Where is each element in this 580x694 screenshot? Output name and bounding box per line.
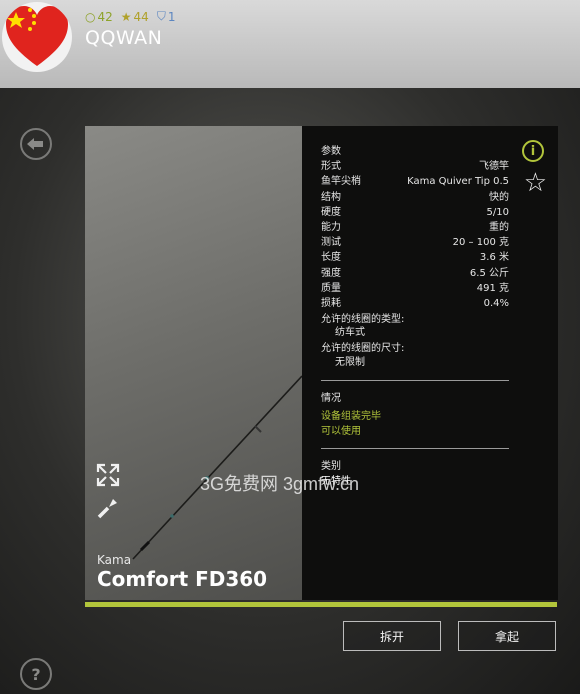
reel-size-value: 无限制 xyxy=(335,356,365,368)
shield-icon: ⛉ xyxy=(156,9,166,23)
spec-key: 损耗 xyxy=(321,298,341,310)
spec-row: 测试 20 – 100 克 xyxy=(321,235,509,250)
specs-title: 参数 xyxy=(321,146,341,157)
spec-key: 结构 xyxy=(321,191,341,203)
status-line-assembled: 设备组装完毕 xyxy=(321,410,381,422)
question-icon: ? xyxy=(31,664,41,684)
spec-value: 491 克 xyxy=(476,282,509,294)
take-button[interactable]: 拿起 xyxy=(458,621,556,651)
item-info-panel: i ☆ 参数 形式 飞德竿鱼竿尖梢 Kama Quiver Tip 0.5 结构 快的硬… xyxy=(302,126,558,600)
spec-row: 质量 491 克 xyxy=(321,281,509,296)
reel-size-label: 允许的线圈的尺寸: xyxy=(321,343,405,355)
top-header: ○ 42 ★ 44 ⛉ 1 QQWAN xyxy=(0,0,580,88)
spec-key: 长度 xyxy=(321,252,341,264)
spec-value: 飞德竿 xyxy=(479,161,509,173)
star-small-icon: ★ xyxy=(120,9,132,24)
spec-row: 形式 飞德竿 xyxy=(321,159,509,174)
spec-key: 鱼竿尖梢 xyxy=(321,176,361,188)
back-button[interactable] xyxy=(20,128,52,160)
reel-type-label: 允许的线圈的类型: xyxy=(321,314,405,326)
repair-button[interactable] xyxy=(96,496,120,524)
repair-icon xyxy=(97,499,117,519)
expand-button[interactable] xyxy=(96,463,120,491)
specs-list: 形式 飞德竿鱼竿尖梢 Kama Quiver Tip 0.5 结构 快的硬度 5/10 能力… xyxy=(321,159,509,311)
spec-value: 快的 xyxy=(489,191,509,203)
spec-key: 硬度 xyxy=(321,206,341,218)
spec-key: 能力 xyxy=(321,222,341,234)
spec-key: 测试 xyxy=(321,237,341,249)
spec-value: Kama Quiver Tip 0.5 xyxy=(407,176,509,188)
info-icon: i xyxy=(530,143,536,159)
avatar[interactable] xyxy=(2,2,72,72)
accent-bar xyxy=(85,602,557,607)
star-icon: ☆ xyxy=(523,168,547,198)
item-preview: Kama Comfort FD360 xyxy=(85,126,302,600)
spec-row: 结构 快的 xyxy=(321,190,509,205)
flag-heart-icon xyxy=(6,6,68,66)
reel-type-value: 纺车式 xyxy=(335,327,365,339)
spec-value: 0.4% xyxy=(483,298,509,310)
disassemble-button[interactable]: 拆开 xyxy=(343,621,441,651)
spec-key: 质量 xyxy=(321,282,341,294)
expand-icon xyxy=(96,463,120,487)
spec-key: 形式 xyxy=(321,161,341,173)
spec-value: 20 – 100 克 xyxy=(452,237,509,249)
stars-stat: ★ 44 xyxy=(120,9,149,24)
help-button[interactable]: ? xyxy=(20,658,52,690)
spec-row: 强度 6.5 公斤 xyxy=(321,266,509,281)
spec-value: 6.5 公斤 xyxy=(469,267,509,279)
spec-row: 损耗 0.4% xyxy=(321,296,509,311)
spec-value: 重的 xyxy=(489,222,509,234)
spec-key: 强度 xyxy=(321,267,341,279)
status-title: 情况 xyxy=(321,392,341,404)
player-stats: ○ 42 ★ 44 ⛉ 1 xyxy=(85,9,175,24)
spec-value: 3.6 米 xyxy=(479,252,509,264)
shield-stat: ⛉ 1 xyxy=(156,9,176,24)
spec-row: 能力 重的 xyxy=(321,220,509,235)
spec-row: 硬度 5/10 xyxy=(321,205,509,220)
back-arrow-icon xyxy=(27,138,43,150)
spec-row: 长度 3.6 米 xyxy=(321,250,509,265)
username: QQWAN xyxy=(85,27,163,49)
fishing-rod-image xyxy=(132,375,302,560)
coins-stat: ○ 42 xyxy=(85,9,113,24)
item-model: Comfort FD360 xyxy=(97,567,268,591)
divider xyxy=(321,379,509,381)
coin-icon: ○ xyxy=(85,9,96,24)
info-button[interactable]: i xyxy=(522,140,544,162)
favorite-button[interactable]: ☆ xyxy=(524,170,547,196)
spec-row: 鱼竿尖梢 Kama Quiver Tip 0.5 xyxy=(321,174,509,189)
watermark: 3G免费网 3gmfw.cn xyxy=(200,474,360,494)
divider xyxy=(321,448,509,450)
status-line-usable: 可以使用 xyxy=(321,426,361,438)
item-brand: Kama xyxy=(97,553,132,567)
spec-value: 5/10 xyxy=(486,206,509,218)
